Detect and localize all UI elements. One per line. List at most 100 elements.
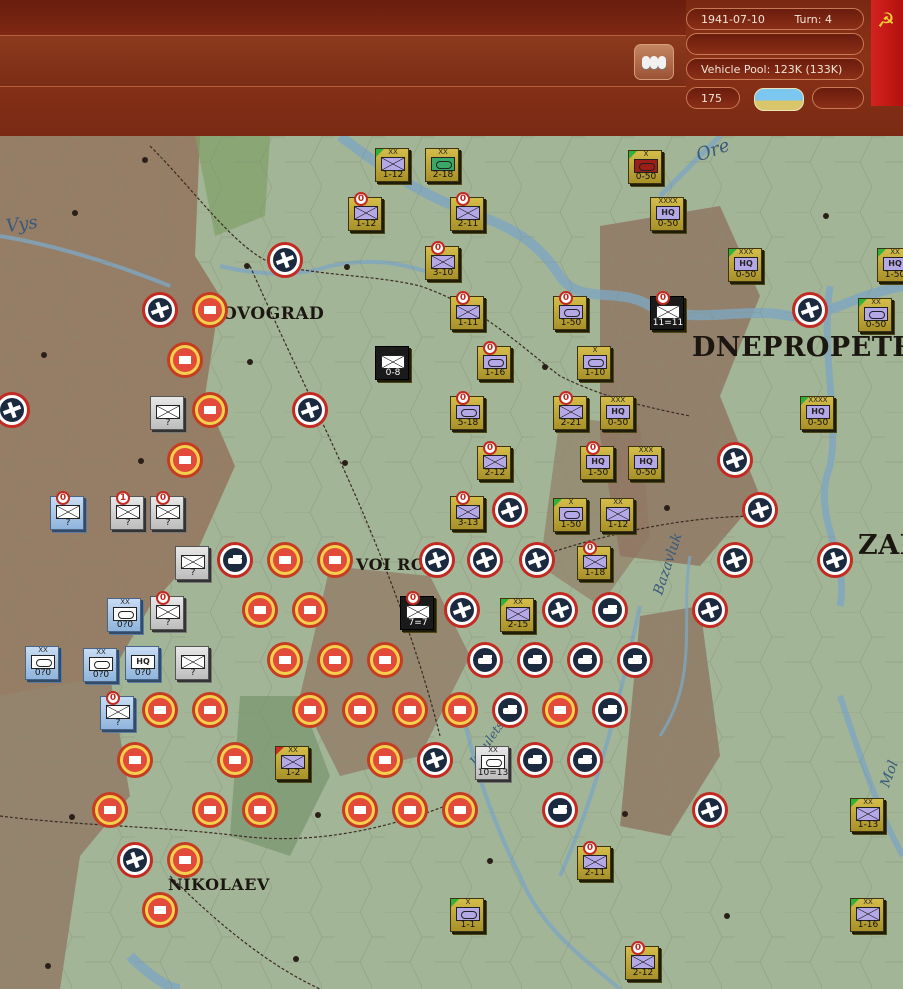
romanian-air-unit[interactable]: [342, 792, 378, 828]
axis-air-unit[interactable]: [519, 542, 555, 578]
unit-counter[interactable]: X 1-50: [553, 498, 587, 532]
romanian-air-unit[interactable]: [367, 742, 403, 778]
axis-air-unit[interactable]: [717, 542, 753, 578]
romanian-air-unit[interactable]: [292, 692, 328, 728]
axis-air-unit[interactable]: [417, 742, 453, 778]
romanian-air-unit[interactable]: [442, 792, 478, 828]
romanian-air-unit[interactable]: [317, 642, 353, 678]
unit-counter[interactable]: HQ 0?0: [125, 646, 159, 680]
unit-counter[interactable]: XX HQ 1-50: [877, 248, 903, 282]
axis-armor-unit[interactable]: [567, 742, 603, 778]
unit-counter[interactable]: X 0-50: [628, 150, 662, 184]
unit-counter[interactable]: XX 0-50: [858, 298, 892, 332]
romanian-air-unit[interactable]: [542, 692, 578, 728]
unit-counter[interactable]: ? 0: [150, 491, 184, 530]
romanian-air-unit[interactable]: [242, 592, 278, 628]
unit-counter[interactable]: 1-50 0: [553, 291, 587, 330]
clear-weather-icon[interactable]: [754, 88, 804, 111]
unit-counter[interactable]: XXX HQ 0-50: [728, 248, 762, 282]
unit-counter[interactable]: ? 0: [50, 491, 84, 530]
axis-armor-unit[interactable]: [592, 692, 628, 728]
romanian-air-unit[interactable]: [442, 692, 478, 728]
unit-counter[interactable]: HQ 1-50 0: [580, 441, 614, 480]
unit-counter[interactable]: 2-12 0: [625, 941, 659, 980]
romanian-air-unit[interactable]: [142, 892, 178, 928]
axis-air-unit[interactable]: [492, 492, 528, 528]
unit-counter[interactable]: 11=11 0: [650, 291, 684, 330]
axis-armor-unit[interactable]: [517, 642, 553, 678]
unit-counter[interactable]: XX 2-15: [500, 598, 534, 632]
romanian-air-unit[interactable]: [267, 642, 303, 678]
axis-armor-unit[interactable]: [542, 792, 578, 828]
axis-air-unit[interactable]: [792, 292, 828, 328]
unit-counter[interactable]: ?: [175, 546, 209, 580]
romanian-air-unit[interactable]: [167, 842, 203, 878]
axis-armor-unit[interactable]: [617, 642, 653, 678]
axis-air-unit[interactable]: [692, 592, 728, 628]
unit-counter[interactable]: 1-16 0: [477, 341, 511, 380]
unit-counter[interactable]: ? 0: [100, 691, 134, 730]
unit-counter[interactable]: XX 1-12: [375, 148, 409, 182]
axis-armor-unit[interactable]: [467, 642, 503, 678]
axis-armor-unit[interactable]: [217, 542, 253, 578]
unit-counter[interactable]: 1-12 0: [348, 192, 382, 231]
axis-armor-unit[interactable]: [492, 692, 528, 728]
unit-counter[interactable]: XX 0?0: [83, 648, 117, 682]
unit-counter[interactable]: X 1-10: [577, 346, 611, 380]
romanian-air-unit[interactable]: [292, 592, 328, 628]
unit-counter[interactable]: ? 0: [150, 591, 184, 630]
unit-counter[interactable]: XX 1-2: [275, 746, 309, 780]
axis-air-unit[interactable]: [292, 392, 328, 428]
unit-stack-button[interactable]: [634, 44, 674, 80]
axis-air-unit[interactable]: [742, 492, 778, 528]
unit-counter[interactable]: X 1-1: [450, 898, 484, 932]
unit-counter[interactable]: ?: [175, 646, 209, 680]
unit-counter[interactable]: 1-18 0: [577, 541, 611, 580]
unit-counter[interactable]: XXXX HQ 0-50: [800, 396, 834, 430]
romanian-air-unit[interactable]: [117, 742, 153, 778]
unit-counter[interactable]: XX 0?0: [107, 598, 141, 632]
unit-counter[interactable]: 1-11 0: [450, 291, 484, 330]
axis-air-unit[interactable]: [467, 542, 503, 578]
axis-air-unit[interactable]: [817, 542, 853, 578]
unit-counter[interactable]: 2-21 0: [553, 391, 587, 430]
axis-air-unit[interactable]: [117, 842, 153, 878]
romanian-air-unit[interactable]: [167, 442, 203, 478]
unit-counter[interactable]: XXX HQ 0-50: [628, 446, 662, 480]
romanian-air-unit[interactable]: [242, 792, 278, 828]
romanian-air-unit[interactable]: [192, 292, 228, 328]
faction-flag[interactable]: ☭: [871, 0, 903, 106]
unit-counter[interactable]: XX 1-13: [850, 798, 884, 832]
romanian-air-unit[interactable]: [192, 792, 228, 828]
romanian-air-unit[interactable]: [342, 692, 378, 728]
romanian-air-unit[interactable]: [367, 642, 403, 678]
romanian-air-unit[interactable]: [142, 692, 178, 728]
unit-counter[interactable]: 5-18 0: [450, 391, 484, 430]
axis-armor-unit[interactable]: [567, 642, 603, 678]
unit-counter[interactable]: XX 1-16: [850, 898, 884, 932]
unit-counter[interactable]: 2-12 0: [477, 441, 511, 480]
axis-armor-unit[interactable]: [517, 742, 553, 778]
axis-air-unit[interactable]: [444, 592, 480, 628]
axis-air-unit[interactable]: [419, 542, 455, 578]
unit-counter[interactable]: 2-11 0: [577, 841, 611, 880]
unit-counter[interactable]: XX 2-18: [425, 148, 459, 182]
unit-counter[interactable]: XXXX HQ 0-50: [650, 197, 684, 231]
romanian-air-unit[interactable]: [217, 742, 253, 778]
unit-counter[interactable]: 3-13 0: [450, 491, 484, 530]
axis-air-unit[interactable]: [692, 792, 728, 828]
unit-counter[interactable]: XX 0?0: [25, 646, 59, 680]
axis-air-unit[interactable]: [542, 592, 578, 628]
unit-counter[interactable]: 7=7 0: [400, 591, 434, 630]
romanian-air-unit[interactable]: [392, 792, 428, 828]
axis-air-unit[interactable]: [717, 442, 753, 478]
axis-air-unit[interactable]: [142, 292, 178, 328]
axis-armor-unit[interactable]: [592, 592, 628, 628]
game-map[interactable]: OVOGRAD DNEPROPETRO VOI RO ZAI NIKOLAEV …: [0, 136, 903, 989]
romanian-air-unit[interactable]: [92, 792, 128, 828]
unit-counter[interactable]: XX 10=13: [475, 746, 509, 780]
unit-counter[interactable]: ?: [150, 396, 184, 430]
romanian-air-unit[interactable]: [392, 692, 428, 728]
unit-counter[interactable]: XXX HQ 0-50: [600, 396, 634, 430]
romanian-air-unit[interactable]: [167, 342, 203, 378]
